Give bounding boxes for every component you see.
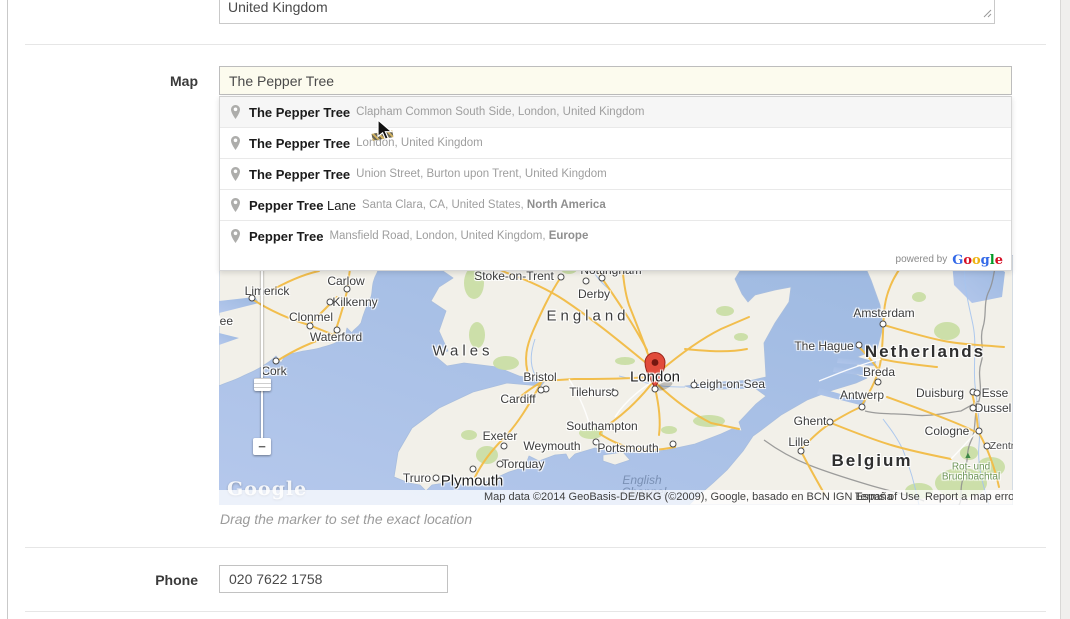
suggestion-secondary-bold: Europe xyxy=(549,230,589,242)
map-search-input[interactable]: The Pepper Tree xyxy=(219,66,1012,95)
suggestion-main-text: Pepper Tree xyxy=(249,229,323,244)
autocomplete-item[interactable]: The Pepper Tree Clapham Common South Side… xyxy=(220,97,1011,127)
suggestion-main-text: The Pepper Tree xyxy=(249,167,350,182)
suggestion-secondary-text: Clapham Common South Side, London, Unite… xyxy=(356,106,644,118)
suggestion-secondary-bold: North America xyxy=(527,199,606,211)
suggestion-main-text: The Pepper Tree xyxy=(249,136,350,151)
autocomplete-dropdown: The Pepper Tree Clapham Common South Side… xyxy=(219,96,1012,271)
terms-of-use-link[interactable]: Terms of Use xyxy=(855,491,920,503)
map-geography xyxy=(219,255,1013,505)
attribution-text: Map data ©2014 GeoBasis-DE/BKG (©2009), … xyxy=(484,491,893,503)
suggestion-secondary-text: Santa Clara, CA, United States, xyxy=(362,199,527,211)
section-divider xyxy=(25,44,1046,45)
pin-icon xyxy=(230,166,241,182)
map-search-value: The Pepper Tree xyxy=(229,73,334,89)
scrollbar-track[interactable] xyxy=(1060,0,1070,619)
autocomplete-item[interactable]: The Pepper Tree London, United Kingdom xyxy=(220,127,1011,158)
powered-by-google: powered by Google xyxy=(220,251,1011,270)
google-logo-letter: o xyxy=(963,253,972,268)
powered-by-text: powered by xyxy=(896,254,948,265)
phone-field-label: Phone xyxy=(100,572,198,588)
suggestion-main-text: Lane xyxy=(323,198,356,213)
google-logo-letter: g xyxy=(981,253,990,268)
zoom-out-button[interactable]: − xyxy=(253,438,271,455)
suggestion-secondary-text: Union Street, Burton upon Trent, United … xyxy=(356,168,607,180)
map-canvas[interactable]: LimerickleeCarlowKilkennyClonmelWaterfor… xyxy=(219,255,1013,505)
report-map-error-link[interactable]: Report a map error xyxy=(925,491,1013,503)
phone-value: 020 7622 1758 xyxy=(229,571,322,587)
autocomplete-list: The Pepper Tree Clapham Common South Side… xyxy=(220,97,1011,251)
page-left-border xyxy=(7,0,8,619)
suggestion-secondary-text: London, United Kingdom xyxy=(356,137,483,149)
zoom-slider-track xyxy=(261,268,263,446)
pin-icon xyxy=(230,135,241,151)
map-attribution: Map data ©2014 GeoBasis-DE/BKG (©2009), … xyxy=(219,490,1013,505)
google-logo-letter: e xyxy=(995,253,1003,268)
section-divider xyxy=(25,611,1046,612)
google-logo-letter: o xyxy=(972,253,981,268)
country-textarea[interactable]: United Kingdom xyxy=(219,0,995,24)
map-field-label: Map xyxy=(100,73,198,89)
page: United Kingdom Map The Pepper Tree The P… xyxy=(0,0,1070,619)
resize-grip-icon[interactable] xyxy=(983,5,992,21)
suggestion-main-text: Pepper Tree xyxy=(249,198,323,213)
autocomplete-item[interactable]: The Pepper Tree Union Street, Burton upon… xyxy=(220,158,1011,189)
section-divider xyxy=(25,547,1046,548)
suggestion-main-text: The Pepper Tree xyxy=(249,105,350,120)
google-logo: Google xyxy=(952,251,1003,269)
autocomplete-item[interactable]: Pepper Tree Mansfield Road, London, Unite… xyxy=(220,220,1011,251)
zoom-slider-handle[interactable] xyxy=(254,378,271,391)
google-logo-letter: G xyxy=(952,253,963,268)
pin-icon xyxy=(230,104,241,120)
pin-icon xyxy=(230,228,241,244)
drag-marker-hint: Drag the marker to set the exact locatio… xyxy=(220,511,472,527)
suggestion-secondary-text: Mansfield Road, London, United Kingdom, xyxy=(329,230,548,242)
pin-icon xyxy=(230,197,241,213)
phone-input[interactable]: 020 7622 1758 xyxy=(219,565,448,593)
country-value: United Kingdom xyxy=(228,0,328,15)
autocomplete-item[interactable]: Pepper Tree Lane Santa Clara, CA, United … xyxy=(220,189,1011,220)
